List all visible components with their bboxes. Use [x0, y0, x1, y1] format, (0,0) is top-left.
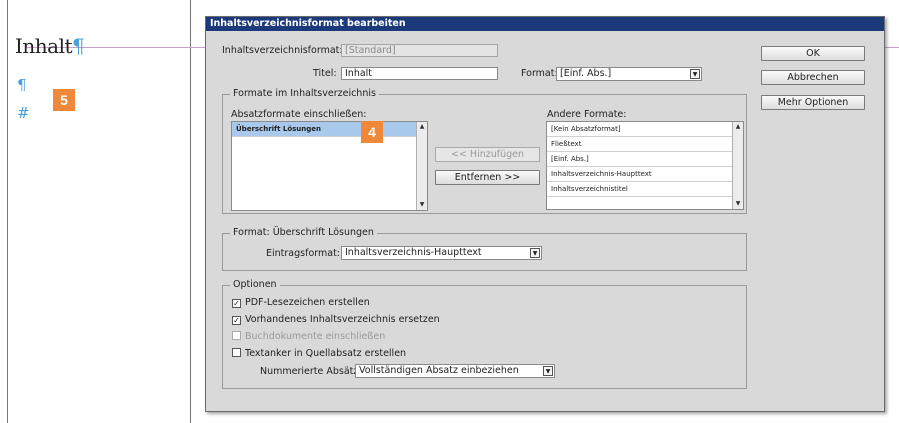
included-styles-list[interactable]: Überschrift Lösungen ▲ ▼ [231, 121, 428, 211]
options-group-legend: Optionen [230, 279, 280, 290]
doc-heading[interactable]: Inhalt¶ [15, 34, 85, 58]
remove-button[interactable]: Entfernen >> [435, 170, 540, 185]
style-group-legend: Format: Überschrift Lösungen [230, 227, 377, 238]
list-item[interactable]: [Einf. Abs.] [547, 152, 743, 167]
numbered-paragraphs-select[interactable]: Vollständigen Absatz einbeziehen ▼ [355, 364, 555, 378]
format-label: Format: [521, 68, 558, 79]
step-badge-5: 5 [53, 89, 75, 111]
list-item[interactable]: Fließtext [547, 137, 743, 152]
other-styles-list[interactable]: [Kein Absatzformat] Fließtext [Einf. Abs… [546, 121, 744, 210]
other-styles-label: Andere Formate: [547, 109, 627, 120]
numbered-paragraphs-value: Vollständigen Absatz einbeziehen [359, 365, 519, 376]
list-item[interactable]: Inhaltsverzeichnis-Haupttext [547, 167, 743, 182]
cancel-button[interactable]: Abbrechen [761, 70, 865, 85]
numbered-paragraphs-label: Nummerierte Absätze: [260, 366, 368, 377]
text-anchor-checkbox[interactable]: Textanker in Quellabsatz erstellen [232, 348, 406, 359]
chevron-down-icon: ▼ [543, 366, 553, 376]
scroll-up-icon[interactable]: ▲ [733, 122, 743, 132]
scroll-up-icon[interactable]: ▲ [417, 122, 427, 132]
page-edge-left [7, 0, 8, 423]
pilcrow-mark: ¶ [72, 34, 85, 58]
dialog-titlebar[interactable]: Inhaltsverzeichnisformat bearbeiten [206, 17, 884, 31]
scrollbar[interactable]: ▲ ▼ [416, 122, 427, 210]
doc-heading-text: Inhalt [15, 34, 73, 58]
replace-toc-checkbox[interactable]: ✓ Vorhandenes Inhaltsverzeichnis ersetzen [232, 314, 440, 325]
hash-mark: # [17, 104, 30, 122]
checkbox-label: Buchdokumente einschließen [245, 331, 386, 342]
title-input[interactable]: Inhalt [341, 67, 498, 80]
pdf-bookmarks-checkbox[interactable]: ✓ PDF-Lesezeichen erstellen [232, 297, 370, 308]
toc-format-label: Inhaltsverzeichnisformat: [222, 45, 343, 56]
pilcrow-mark: ¶ [17, 76, 27, 94]
toc-format-dialog: Inhaltsverzeichnisformat bearbeiten Inha… [205, 16, 885, 412]
add-button[interactable]: << Hinzufügen [435, 147, 540, 162]
checkbox-label: PDF-Lesezeichen erstellen [245, 297, 370, 308]
include-styles-label: Absatzformate einschließen: [231, 109, 367, 120]
chevron-down-icon: ▼ [530, 248, 540, 258]
scroll-down-icon[interactable]: ▼ [733, 199, 743, 209]
list-item[interactable]: Überschrift Lösungen [232, 122, 427, 137]
format-select-value: [Einf. Abs.] [560, 68, 612, 79]
page-edge-inner [190, 0, 191, 423]
checkbox-label: Vorhandenes Inhaltsverzeichnis ersetzen [245, 314, 440, 325]
checkbox-icon[interactable]: ✓ [232, 299, 241, 308]
scroll-down-icon[interactable]: ▼ [417, 200, 427, 210]
toc-format-field: [Standard] [341, 44, 498, 57]
format-select[interactable]: [Einf. Abs.] ▼ [556, 67, 702, 81]
list-item[interactable]: Inhaltsverzeichnistitel [547, 182, 743, 197]
entry-style-label: Eintragsformat: [266, 248, 340, 259]
entry-style-select[interactable]: Inhaltsverzeichnis-Haupttext ▼ [341, 246, 542, 260]
list-item[interactable]: [Kein Absatzformat] [547, 122, 743, 137]
step-badge-4: 4 [361, 121, 383, 143]
include-book-checkbox: Buchdokumente einschließen [232, 331, 385, 342]
more-options-button[interactable]: Mehr Optionen [761, 95, 865, 110]
scrollbar[interactable]: ▲ ▼ [732, 122, 743, 209]
entry-style-value: Inhaltsverzeichnis-Haupttext [345, 247, 482, 258]
checkbox-icon [232, 331, 241, 340]
checkbox-icon[interactable]: ✓ [232, 316, 241, 325]
styles-group-legend: Formate im Inhaltsverzeichnis [230, 88, 379, 99]
ok-button[interactable]: OK [761, 46, 865, 61]
title-label: Titel: [313, 68, 337, 79]
checkbox-icon[interactable] [232, 348, 241, 357]
chevron-down-icon: ▼ [690, 69, 700, 79]
checkbox-label: Textanker in Quellabsatz erstellen [245, 348, 407, 359]
